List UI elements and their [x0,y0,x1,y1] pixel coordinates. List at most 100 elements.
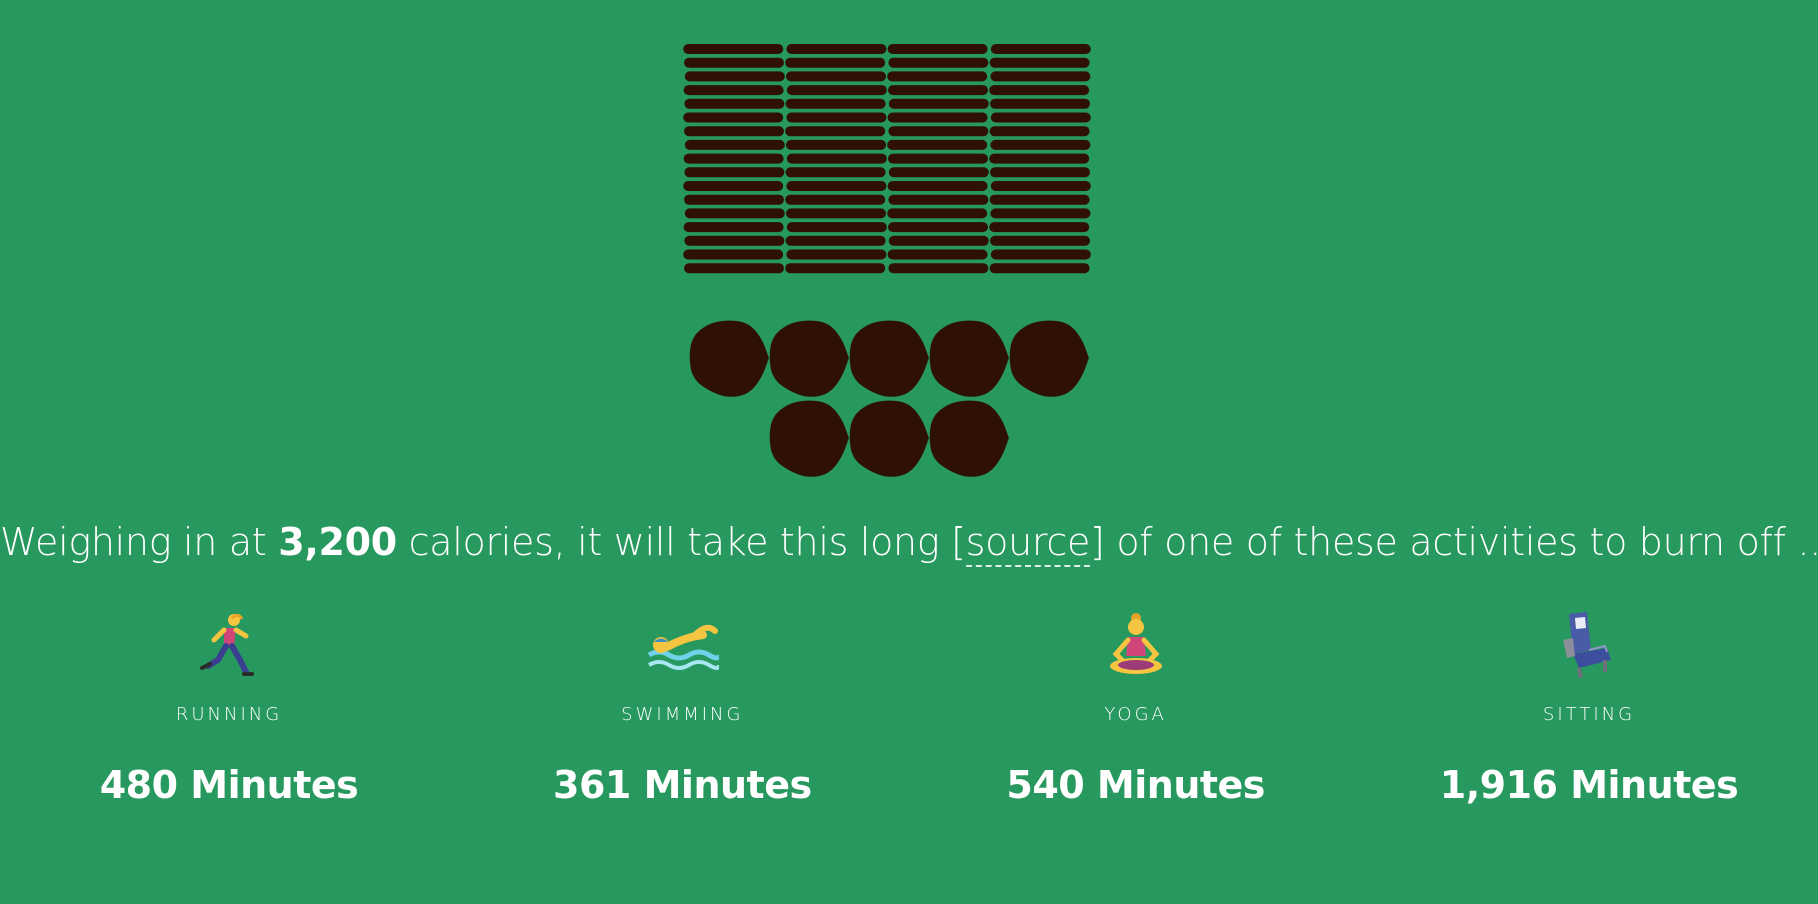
cookie-wafer [888,126,989,137]
cookie-stack [683,44,1091,274]
cookie-wafer [990,112,1091,123]
cookie-wafer [786,139,886,150]
cookie-wafer [684,98,785,109]
cookie-wafer [786,249,887,260]
cookie-wafer [786,44,887,54]
cookie-wafer [785,98,886,109]
activity-label: YOGA [1104,704,1167,725]
calorie-sentence: Weighing in at 3,200 calories, it will t… [0,512,1818,572]
whole-cookie [849,400,929,477]
cookie-wafer [786,85,887,96]
cookie-illustration [683,44,1091,477]
cookie-wafer [887,71,988,82]
cookie-wafer [888,153,988,164]
cookie-wafer [786,222,887,233]
cookie-wafer [786,71,886,82]
activity-running: RUNNING 480 Minutes [12,600,446,807]
whole-cookie [849,320,929,397]
cookie-wafer [684,208,785,219]
cookie-wafer [683,153,784,164]
cookie-wafer [887,44,988,54]
cookie-wafer [990,208,1091,219]
activity-label: SITTING [1542,704,1636,725]
cookie-wafer [785,194,886,205]
cookie-wafer [683,249,784,260]
cookie-wafer [989,222,1090,233]
whole-cookie [769,320,849,397]
cookie-wafer [990,167,1090,178]
cookie-wafer [683,112,784,123]
cookie-wafer [887,249,988,260]
running-person-icon [12,600,446,690]
cookie-wafer [684,194,784,205]
cookie-wafer [990,235,1090,246]
cookie-wafer [887,112,988,123]
whole-cookie [929,400,1009,477]
cookie-wafer [786,153,887,164]
sentence-suffix: ] of one of these activities to burn off… [1090,520,1818,564]
cookie-wafer [785,235,886,246]
cookie-wafer [683,222,784,233]
source-link[interactable]: source [965,520,1090,567]
activity-label: RUNNING [175,704,283,725]
cookie-wafer [990,249,1091,260]
whole-cookies [689,320,1089,477]
cookie-wafer [990,98,1090,109]
cookie-wafer [990,181,1091,191]
cookie-wafer [684,263,784,274]
cookie-wafer [887,139,988,150]
cookie-wafer [786,181,887,191]
cookie-wafer [887,208,988,219]
activity-swimming: SWIMMING 361 Minutes [465,600,899,807]
cookie-wafer [684,139,785,150]
activity-list: RUNNING 480 Minutes SWIMMING 361 Minutes [12,600,1806,807]
cookie-wafer [683,85,784,96]
activity-minutes: 540 Minutes [1006,763,1265,807]
calorie-count: 3,200 [278,520,397,564]
cookie-wafer [989,85,1090,96]
yoga-person-icon [919,600,1353,690]
cookie-wafer [990,44,1091,54]
seat-icon [1372,600,1806,690]
cookie-wafer [887,181,988,191]
cookie-wafer [990,139,1091,150]
sentence-middle: calories, it will take this long [ [408,520,966,564]
cookie-wafer [785,57,886,68]
whole-cookie [1009,320,1089,397]
activity-yoga: YOGA 540 Minutes [919,600,1353,807]
whole-cookie [689,320,769,397]
activity-sitting: SITTING 1,916 Minutes [1372,600,1806,807]
cookie-wafer [785,263,886,274]
cookie-wafer [989,194,1090,205]
activity-label: SWIMMING [621,704,744,725]
cookie-wafer [888,167,989,178]
whole-cookie [929,320,1009,397]
cookie-wafer [684,57,784,68]
cookie-wafer [989,126,1090,137]
cookie-wafer [888,222,988,233]
cookie-wafer [786,112,887,123]
cookie-wafer [888,263,989,274]
cookie-wafer [684,126,784,137]
cookie-wafer [888,85,988,96]
cookie-wafer [989,263,1090,274]
cookie-wafer [683,181,784,191]
whole-cookie [769,400,849,477]
cookie-wafer [888,194,989,205]
cookie-wafer [683,44,784,54]
cookie-wafer [684,167,785,178]
activity-minutes: 1,916 Minutes [1439,763,1739,807]
cookie-wafer [684,235,785,246]
swimming-person-icon [465,600,899,690]
cookie-wafer [888,98,989,109]
cookie-wafer [989,153,1090,164]
cookie-wafer [990,71,1091,82]
cookie-wafer [888,57,989,68]
cookie-wafer [785,167,886,178]
cookie-wafer [786,208,886,219]
activity-minutes: 361 Minutes [553,763,812,807]
cookie-wafer [785,126,886,137]
sentence-prefix: Weighing in at [0,520,267,564]
cookie-wafer [684,71,785,82]
cookie-wafer [989,57,1090,68]
